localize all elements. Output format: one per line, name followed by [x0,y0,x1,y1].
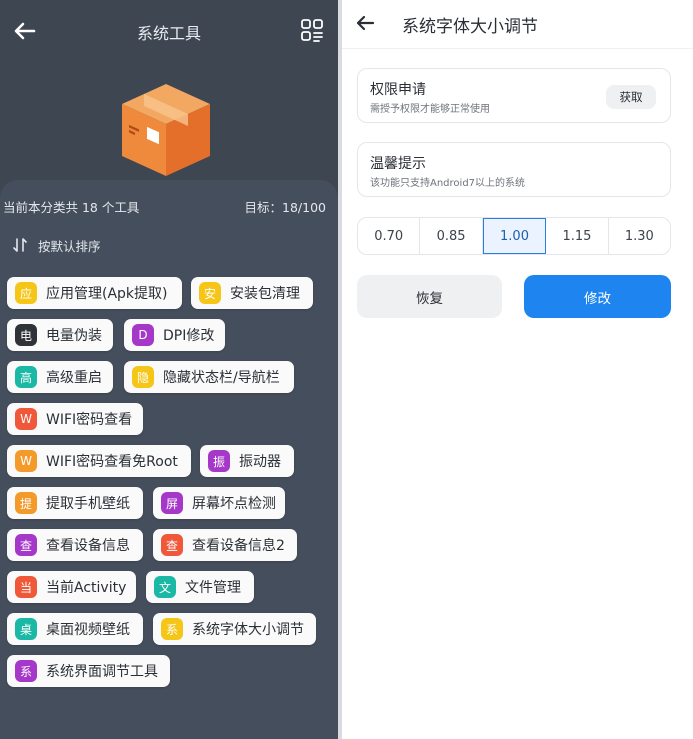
tool-chip[interactable]: 屏屏幕坏点检测 [153,487,285,519]
tool-label: 文件管理 [185,580,241,596]
tool-badge: 桌 [15,618,37,640]
tool-count-text: 当前本分类共 18 个工具 [3,200,140,215]
sort-label: 按默认排序 [38,238,101,254]
restore-button[interactable]: 恢复 [357,275,502,318]
tool-badge: 系 [161,618,183,640]
tool-chip[interactable]: 系系统字体大小调节 [153,613,316,645]
tool-badge: 电 [15,324,37,346]
tool-badge: 高 [15,366,37,388]
tool-badge: 应 [15,282,37,304]
tool-label: DPI修改 [163,328,215,344]
tool-chip[interactable]: 振振动器 [200,445,294,477]
toolbox-illustration [122,84,210,176]
tool-chip[interactable]: 隐隐藏状态栏/导航栏 [124,361,294,393]
tool-badge: 安 [199,282,221,304]
tool-chip[interactable]: D DPI修改 [124,319,225,351]
tool-label: 隐藏状态栏/导航栏 [163,370,280,386]
tool-badge: 屏 [161,492,183,514]
tool-label: 高级重启 [46,370,102,386]
tool-badge: 振 [208,450,230,472]
goal-text: 目标：18/100 [244,200,326,215]
modify-button[interactable]: 修改 [524,275,671,318]
tool-chip[interactable]: 提提取手机壁纸 [7,487,143,519]
tool-chip[interactable]: 安安装包清理 [191,277,313,309]
tool-chip[interactable]: 高高级重启 [7,361,113,393]
tool-label: 电量伪装 [46,328,102,344]
permission-title: 权限申请 [370,82,426,98]
tool-label: 桌面视频壁纸 [46,622,130,638]
scan-grid-icon[interactable] [300,18,324,42]
tool-chip[interactable]: 应应用管理(Apk提取) [7,277,182,309]
tool-badge: 隐 [132,366,154,388]
tool-chip[interactable]: 系系统界面调节工具 [7,655,170,687]
tool-label: 系统界面调节工具 [46,664,158,680]
page-title: 系统字体大小调节 [402,17,538,37]
tool-badge: 查 [161,534,183,556]
tool-label: 系统字体大小调节 [192,622,304,638]
tool-label: 安装包清理 [230,286,300,302]
font-scale-selector: 0.70 0.85 1.00 1.15 1.30 [357,217,671,255]
header-divider [342,48,693,49]
tool-badge: W [15,408,37,430]
tool-badge: 系 [15,660,37,682]
scale-option[interactable]: 1.30 [609,218,670,254]
tools-panel: 系统工具 当前本分类共 18 个工具 目标：18/100 按默认排序 应应用管理… [0,0,338,739]
tool-label: 应用管理(Apk提取) [46,286,168,302]
tool-chip[interactable]: W WIFI密码查看 [7,403,143,435]
scale-option[interactable]: 0.70 [358,218,421,254]
scale-option[interactable]: 0.85 [420,218,483,254]
tool-label: 振动器 [239,454,281,470]
tool-badge: D [132,324,154,346]
sort-icon [13,238,27,252]
tool-chip[interactable]: 查查看设备信息2 [153,529,297,561]
tip-card: 温馨提示 该功能只支持Android7以上的系统 [357,142,671,197]
tip-title: 温馨提示 [370,156,426,172]
tool-chip[interactable]: 文文件管理 [146,571,254,603]
sort-selector[interactable]: 按默认排序 [12,235,101,255]
tool-badge: W [15,450,37,472]
tool-label: 提取手机壁纸 [46,496,130,512]
tool-badge: 当 [15,576,37,598]
tool-label: 查看设备信息2 [192,538,285,554]
back-arrow-icon[interactable] [354,12,376,34]
tip-subtitle: 该功能只支持Android7以上的系统 [370,178,526,189]
tool-label: 屏幕坏点检测 [192,496,276,512]
app-bar: 系统工具 [0,0,338,62]
permission-subtitle: 需授予权限才能够正常使用 [370,104,490,115]
tool-chip[interactable]: 电电量伪装 [7,319,113,351]
tool-label: 查看设备信息 [46,538,130,554]
tool-badge: 文 [154,576,176,598]
page-title: 系统工具 [136,24,201,43]
tool-label: 当前Activity [46,580,127,596]
tool-chip[interactable]: 当当前Activity [7,571,136,603]
tool-label: WIFI密码查看 [46,412,133,428]
tool-badge: 查 [15,534,37,556]
scale-option[interactable]: 1.15 [546,218,609,254]
permission-card: 权限申请 需授予权限才能够正常使用 获取 [357,68,671,123]
tool-badge: 提 [15,492,37,514]
scale-option[interactable]: 1.00 [482,218,547,254]
font-size-panel: 系统字体大小调节 权限申请 需授予权限才能够正常使用 获取 温馨提示 该功能只支… [342,0,693,739]
tool-label: WIFI密码查看免Root [46,454,178,470]
tool-chip[interactable]: 查查看设备信息 [7,529,143,561]
tool-chip[interactable]: 桌桌面视频壁纸 [7,613,143,645]
tool-chip[interactable]: W WIFI密码查看免Root [7,445,191,477]
obtain-permission-button[interactable]: 获取 [606,85,656,109]
